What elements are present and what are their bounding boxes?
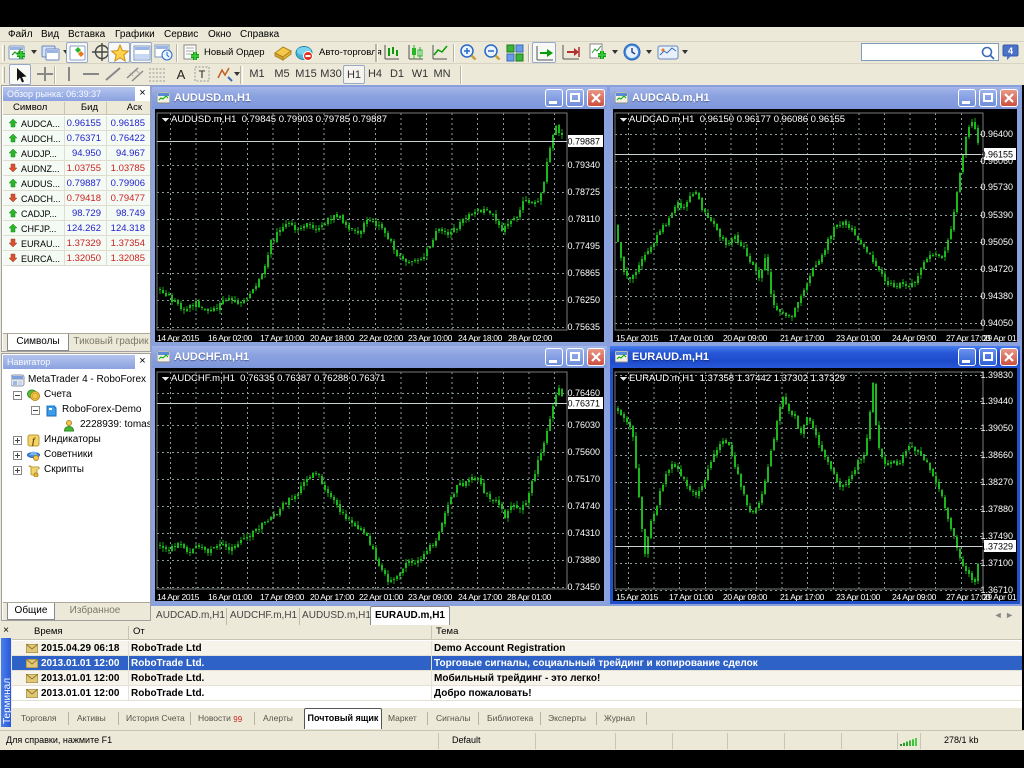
svg-text:17 Apr 01:00: 17 Apr 01:00 — [669, 333, 714, 342]
svg-text:EURAUD.m,H1 1.37358 1.37442 1: EURAUD.m,H1 1.37358 1.37442 1.37302 1.37… — [629, 373, 845, 384]
svg-text:0.95390: 0.95390 — [980, 210, 1013, 220]
svg-text:AUDCHF.m,H1 0.76335 0.76387 0: AUDCHF.m,H1 0.76335 0.76387 0.76288 0.76… — [171, 373, 385, 384]
svg-text:0.74310: 0.74310 — [567, 528, 600, 538]
svg-text:24 Apr 09:00: 24 Apr 09:00 — [892, 333, 937, 342]
svg-text:17 Apr 09:00: 17 Apr 09:00 — [260, 592, 305, 601]
svg-text:0.94380: 0.94380 — [980, 291, 1013, 301]
svg-text:0.78110: 0.78110 — [568, 214, 600, 224]
svg-text:1.38660: 1.38660 — [980, 450, 1013, 460]
svg-text:14 Apr 2015: 14 Apr 2015 — [157, 333, 200, 342]
svg-text:1.37329: 1.37329 — [980, 542, 1013, 552]
svg-text:0.95730: 0.95730 — [980, 182, 1013, 192]
svg-text:1.37490: 1.37490 — [980, 531, 1013, 541]
svg-text:0.94720: 0.94720 — [980, 264, 1013, 274]
svg-text:20 Apr 17:00: 20 Apr 17:00 — [310, 592, 355, 601]
svg-text:22 Apr 01:00: 22 Apr 01:00 — [359, 592, 404, 601]
svg-text:21 Apr 17:00: 21 Apr 17:00 — [780, 592, 825, 601]
svg-text:23 Apr 01:00: 23 Apr 01:00 — [836, 592, 881, 601]
svg-text:16 Apr 01:00: 16 Apr 01:00 — [208, 592, 253, 601]
svg-text:1.39050: 1.39050 — [980, 423, 1013, 433]
svg-text:23 Apr 09:00: 23 Apr 09:00 — [408, 592, 453, 601]
svg-text:0.76030: 0.76030 — [567, 420, 600, 430]
svg-text:24 Apr 09:00: 24 Apr 09:00 — [892, 592, 937, 601]
svg-text:0.96400: 0.96400 — [980, 129, 1013, 139]
svg-text:17 Apr 01:00: 17 Apr 01:00 — [669, 592, 714, 601]
svg-text:15 Apr 2015: 15 Apr 2015 — [616, 592, 659, 601]
svg-text:23 Apr 10:00: 23 Apr 10:00 — [408, 333, 453, 342]
svg-text:0.76250: 0.76250 — [567, 295, 600, 305]
svg-text:28 Apr 02:00: 28 Apr 02:00 — [508, 333, 553, 342]
svg-text:0.75170: 0.75170 — [567, 474, 600, 484]
svg-text:0.79887: 0.79887 — [567, 137, 600, 147]
svg-text:Терминал: Терминал — [2, 678, 11, 724]
svg-text:T: T — [199, 69, 206, 81]
svg-text:14 Apr 2015: 14 Apr 2015 — [157, 592, 200, 601]
svg-text:0.77495: 0.77495 — [567, 241, 600, 251]
svg-text:0.76371: 0.76371 — [567, 399, 600, 409]
svg-text:0.73450: 0.73450 — [567, 582, 600, 592]
svg-text:0.75600: 0.75600 — [567, 447, 600, 457]
svg-text:20 Apr 18:00: 20 Apr 18:00 — [310, 333, 355, 342]
svg-text:AUDUSD.m,H1 0.79845 0.79903 0: AUDUSD.m,H1 0.79845 0.79903 0.79785 0.79… — [171, 114, 387, 125]
svg-text:15 Apr 2015: 15 Apr 2015 — [616, 333, 659, 342]
svg-text:0.74740: 0.74740 — [567, 501, 600, 511]
svg-text:29 Apr 01:00: 29 Apr 01:00 — [983, 333, 1017, 342]
svg-text:16 Apr 02:00: 16 Apr 02:00 — [208, 333, 253, 342]
svg-text:20 Apr 09:00: 20 Apr 09:00 — [723, 592, 768, 601]
svg-text:0.73880: 0.73880 — [567, 555, 600, 565]
svg-text:29 Apr 01:00: 29 Apr 01:00 — [983, 592, 1017, 601]
svg-text:1.37100: 1.37100 — [980, 558, 1013, 568]
svg-text:1.39830: 1.39830 — [980, 370, 1013, 380]
svg-text:1.38270: 1.38270 — [980, 477, 1013, 487]
svg-text:0.78725: 0.78725 — [567, 187, 600, 197]
svg-text:17 Apr 10:00: 17 Apr 10:00 — [260, 333, 305, 342]
svg-text:0.79340: 0.79340 — [567, 160, 600, 170]
svg-text:1.37880: 1.37880 — [980, 504, 1013, 514]
svg-text:21 Apr 17:00: 21 Apr 17:00 — [780, 333, 825, 342]
svg-text:24 Apr 18:00: 24 Apr 18:00 — [458, 333, 503, 342]
svg-text:0.75635: 0.75635 — [567, 322, 600, 332]
svg-text:23 Apr 01:00: 23 Apr 01:00 — [836, 333, 881, 342]
svg-text:0.94050: 0.94050 — [980, 318, 1013, 328]
svg-text:1.39440: 1.39440 — [980, 396, 1013, 406]
svg-text:28 Apr 01:00: 28 Apr 01:00 — [507, 592, 552, 601]
svg-text:0.95050: 0.95050 — [980, 237, 1013, 247]
svg-text:AUDCAD.m,H1 0.96150 0.96177 0: AUDCAD.m,H1 0.96150 0.96177 0.96086 0.96… — [629, 114, 845, 125]
svg-text:20 Apr 09:00: 20 Apr 09:00 — [723, 333, 768, 342]
svg-text:22 Apr 02:00: 22 Apr 02:00 — [359, 333, 404, 342]
svg-text:0.96155: 0.96155 — [980, 150, 1013, 160]
svg-text:0.76865: 0.76865 — [567, 268, 600, 278]
svg-text:24 Apr 17:00: 24 Apr 17:00 — [458, 592, 503, 601]
svg-text:0.76460: 0.76460 — [567, 388, 600, 398]
svg-text:4: 4 — [1008, 46, 1013, 56]
